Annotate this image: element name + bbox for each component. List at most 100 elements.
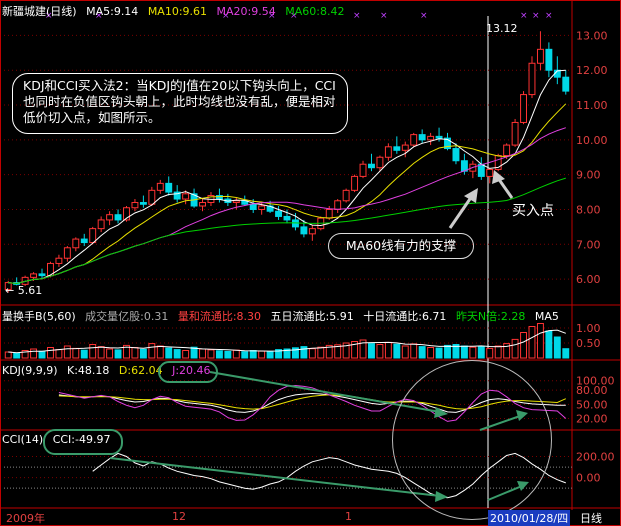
price-tick-label: 13.00 bbox=[576, 29, 608, 42]
price-tick-label: 12.00 bbox=[576, 64, 608, 77]
volume-bar bbox=[520, 332, 527, 359]
volume-bar bbox=[106, 348, 114, 359]
volume-bar bbox=[139, 348, 147, 359]
candle-body bbox=[300, 226, 308, 235]
volume-header: 量换手B(5,60) 成交量亿股:0.31 量和流通比:8.30 五日流通比:5… bbox=[2, 308, 565, 324]
candle-body bbox=[156, 182, 164, 191]
kdj-tick-label: 50.00 bbox=[576, 398, 608, 411]
candle-body bbox=[427, 135, 435, 141]
candle-body bbox=[418, 134, 426, 141]
candle-body bbox=[359, 163, 367, 177]
ma10-label: MA10:9.61 bbox=[147, 5, 208, 18]
candle-body bbox=[486, 168, 494, 177]
price-tick-label: 9.00 bbox=[576, 169, 601, 182]
volume-bar bbox=[393, 343, 401, 359]
price-tick-label: 6.00 bbox=[576, 273, 601, 286]
price-tick-label: 10.00 bbox=[576, 134, 608, 147]
cci-highlight bbox=[43, 429, 123, 455]
volume-bar bbox=[55, 349, 63, 359]
kdj-j-highlight bbox=[158, 361, 218, 383]
candle-body bbox=[106, 214, 114, 221]
volume-bar bbox=[38, 350, 46, 359]
candle-body bbox=[199, 202, 206, 207]
volume-bar bbox=[182, 350, 190, 359]
volume-value: 成交量亿股:0.31 bbox=[85, 310, 169, 323]
candle-body bbox=[30, 273, 38, 278]
cci-tick-label: 200.00 bbox=[576, 451, 615, 464]
candle-body bbox=[258, 205, 266, 210]
volume-bar bbox=[131, 347, 139, 359]
candle-body bbox=[308, 228, 316, 235]
volume-bar bbox=[47, 347, 54, 359]
volume-bar bbox=[165, 347, 173, 359]
volume-bar bbox=[536, 323, 544, 359]
volume-bar bbox=[199, 348, 206, 359]
signal-marker: × bbox=[420, 11, 428, 21]
candle-body bbox=[401, 144, 409, 151]
candle-body bbox=[342, 189, 350, 202]
volume-ma-label: MA5 bbox=[534, 310, 559, 323]
volume-bar bbox=[173, 349, 181, 359]
stock-name: 新疆城建(日线) bbox=[2, 5, 77, 18]
volume-bar bbox=[553, 336, 561, 359]
candle-body bbox=[528, 62, 536, 96]
footer-period: 日线 bbox=[580, 512, 602, 525]
buy-point-arrowhead bbox=[492, 170, 505, 184]
candle-body bbox=[89, 228, 97, 244]
volume-bar bbox=[258, 350, 266, 359]
cci-tick-label: 0.00 bbox=[576, 472, 601, 485]
footer-month-1: 1 bbox=[345, 510, 352, 523]
volume-bar bbox=[376, 344, 384, 359]
candle-body bbox=[38, 273, 46, 277]
candle-body bbox=[80, 238, 88, 244]
ma60-label: MA60:8.42 bbox=[285, 5, 345, 18]
kdj-k-value: K:48.18 bbox=[67, 364, 110, 377]
volume-bar bbox=[232, 349, 240, 359]
volume-bar bbox=[30, 348, 38, 359]
volume-bar bbox=[148, 343, 156, 359]
kdj-tick-label: 80.00 bbox=[576, 384, 608, 397]
volume-bar bbox=[444, 344, 451, 359]
volume-bar bbox=[97, 346, 105, 359]
signal-marker: × bbox=[532, 11, 540, 21]
candle-body bbox=[435, 135, 443, 139]
volume-bar bbox=[224, 350, 232, 359]
volume-bar bbox=[300, 346, 308, 359]
volume-title: 量换手B(5,60) bbox=[2, 310, 76, 323]
candle-body bbox=[351, 175, 359, 191]
candle-body bbox=[325, 208, 333, 219]
strategy-annotation: KDJ和CCI买入法2：当KDJ的J值在20以下钩头向上，CCI也同时在负值区钩… bbox=[12, 73, 348, 134]
ma60-support-arrowhead bbox=[464, 188, 478, 203]
volume-bar bbox=[308, 348, 316, 359]
candle-body bbox=[283, 215, 291, 221]
volume-tick-label: 0.50 bbox=[576, 337, 601, 350]
volume-bar bbox=[89, 344, 97, 359]
cci-trend-arrow bbox=[109, 457, 441, 497]
volume-bar bbox=[528, 326, 536, 359]
volume-ten-day: 十日流通比:6.71 bbox=[363, 310, 447, 323]
kdj-title: KDJ(9,9,9) bbox=[2, 364, 58, 377]
candle-body bbox=[72, 238, 80, 249]
candle-body bbox=[376, 156, 384, 169]
footer-current-date: 2010/01/28/四 bbox=[488, 510, 571, 526]
candle-body bbox=[511, 121, 519, 146]
candle-body bbox=[562, 76, 570, 92]
price-tick-label: 8.00 bbox=[576, 203, 601, 216]
candle-body bbox=[503, 144, 511, 157]
volume-bar bbox=[4, 351, 12, 359]
ma5-label: MA5:9.14 bbox=[86, 5, 139, 18]
candle-body bbox=[182, 193, 190, 200]
candle-body bbox=[131, 202, 139, 209]
volume-bar bbox=[368, 343, 375, 359]
candle-body bbox=[232, 200, 240, 204]
price-header: 新疆城建(日线) MA5:9.14 MA10:9.61 MA20:9.54 MA… bbox=[2, 3, 350, 19]
candle-body bbox=[410, 134, 418, 146]
cci-title: CCI(14) bbox=[2, 433, 44, 446]
ma20-label: MA20:9.54 bbox=[216, 5, 276, 18]
candle-body bbox=[384, 146, 392, 158]
signal-marker: × bbox=[545, 11, 553, 21]
signal-marker: × bbox=[353, 11, 361, 21]
footer-year: 2009年 bbox=[6, 512, 45, 525]
volume-circ-ratio: 量和流通比:8.30 bbox=[177, 310, 262, 323]
buy-point-arrow bbox=[496, 177, 514, 199]
